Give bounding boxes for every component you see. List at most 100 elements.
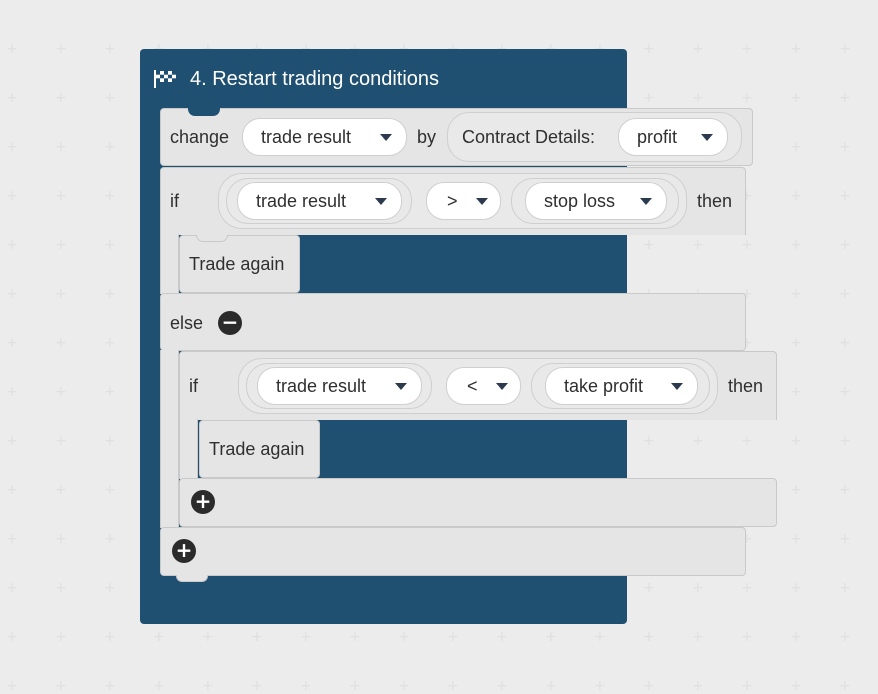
grid-plus-mark: + xyxy=(55,580,67,596)
contract-field-label: profit xyxy=(637,126,678,147)
contract-field-dropdown[interactable]: profit xyxy=(618,118,728,156)
plus-circle-icon[interactable]: + xyxy=(191,490,215,514)
grid-plus-mark: + xyxy=(55,41,67,57)
grid-plus-mark: + xyxy=(839,678,851,694)
grid-plus-mark: + xyxy=(839,384,851,400)
grid-plus-mark: + xyxy=(55,90,67,106)
left-operand-dropdown[interactable]: trade result xyxy=(237,182,402,220)
grid-plus-mark: + xyxy=(6,286,18,302)
plus-circle-icon[interactable]: + xyxy=(172,539,196,563)
grid-plus-mark: + xyxy=(6,482,18,498)
grid-plus-mark: + xyxy=(104,286,116,302)
if-else-block-else-row[interactable] xyxy=(160,293,746,351)
grid-plus-mark: + xyxy=(6,433,18,449)
grid-plus-mark: + xyxy=(104,433,116,449)
grid-plus-mark: + xyxy=(398,629,410,645)
grid-plus-mark: + xyxy=(790,286,802,302)
inner-if-keyword: if xyxy=(189,376,198,396)
grid-plus-mark: + xyxy=(55,237,67,253)
if-keyword: if xyxy=(170,191,179,211)
variable-dropdown-label: trade result xyxy=(261,126,352,147)
grid-plus-mark: + xyxy=(545,629,557,645)
chevron-down-icon xyxy=(496,382,508,390)
inner-if-block-footer[interactable] xyxy=(179,478,777,527)
grid-plus-mark: + xyxy=(790,678,802,694)
chevron-down-icon xyxy=(380,133,392,141)
variable-dropdown[interactable]: trade result xyxy=(242,118,407,156)
grid-plus-mark: + xyxy=(545,678,557,694)
grid-plus-mark: + xyxy=(104,580,116,596)
grid-plus-mark: + xyxy=(104,237,116,253)
else-keyword: else xyxy=(170,313,204,333)
by-keyword: by xyxy=(417,127,437,147)
grid-plus-mark: + xyxy=(790,384,802,400)
if-else-block-left-spine xyxy=(160,234,179,294)
grid-plus-mark: + xyxy=(643,580,655,596)
grid-plus-mark: + xyxy=(741,580,753,596)
grid-plus-mark: + xyxy=(104,482,116,498)
grid-plus-mark: + xyxy=(692,629,704,645)
inner-operator-dropdown[interactable]: < xyxy=(446,367,521,405)
grid-plus-mark: + xyxy=(496,678,508,694)
grid-plus-mark: + xyxy=(6,237,18,253)
minus-circle-icon[interactable]: − xyxy=(218,311,242,335)
block-connector xyxy=(176,575,208,582)
grid-plus-mark: + xyxy=(6,580,18,596)
grid-plus-mark: + xyxy=(741,41,753,57)
block-connector xyxy=(196,235,228,242)
grid-plus-mark: + xyxy=(692,237,704,253)
inner-operator-label: < xyxy=(467,375,478,396)
grid-plus-mark: + xyxy=(594,629,606,645)
operator-dropdown[interactable]: > xyxy=(426,182,501,220)
restart-trading-conditions-title: 4. Restart trading conditions xyxy=(154,64,439,94)
grid-plus-mark: + xyxy=(6,335,18,351)
grid-plus-mark: + xyxy=(839,41,851,57)
grid-plus-mark: + xyxy=(839,237,851,253)
grid-plus-mark: + xyxy=(55,286,67,302)
grid-plus-mark: + xyxy=(55,531,67,547)
inner-right-operand-label: take profit xyxy=(564,375,644,396)
grid-plus-mark: + xyxy=(104,188,116,204)
grid-plus-mark: + xyxy=(349,629,361,645)
grid-plus-mark: + xyxy=(55,139,67,155)
left-operand-label: trade result xyxy=(256,190,347,211)
grid-plus-mark: + xyxy=(202,629,214,645)
grid-plus-mark: + xyxy=(6,678,18,694)
grid-plus-mark: + xyxy=(692,580,704,596)
right-operand-dropdown[interactable]: stop loss xyxy=(525,182,667,220)
grid-plus-mark: + xyxy=(790,433,802,449)
grid-plus-mark: + xyxy=(692,678,704,694)
grid-plus-mark: + xyxy=(790,139,802,155)
grid-plus-mark: + xyxy=(6,41,18,57)
grid-plus-mark: + xyxy=(643,678,655,694)
grid-plus-mark: + xyxy=(104,384,116,400)
grid-plus-mark: + xyxy=(839,139,851,155)
grid-plus-mark: + xyxy=(496,629,508,645)
inner-then-keyword: then xyxy=(728,376,764,396)
grid-plus-mark: + xyxy=(741,433,753,449)
chevron-down-icon xyxy=(701,133,713,141)
grid-plus-mark: + xyxy=(839,188,851,204)
contract-details-label: Contract Details: xyxy=(462,127,596,147)
grid-plus-mark: + xyxy=(839,531,851,547)
grid-plus-mark: + xyxy=(643,90,655,106)
grid-plus-mark: + xyxy=(643,433,655,449)
grid-plus-mark: + xyxy=(790,90,802,106)
if-else-block-footer[interactable] xyxy=(160,527,746,576)
inner-left-operand-dropdown[interactable]: trade result xyxy=(257,367,422,405)
grid-plus-mark: + xyxy=(839,335,851,351)
chevron-down-icon xyxy=(395,382,407,390)
grid-plus-mark: + xyxy=(55,482,67,498)
chevron-down-icon xyxy=(375,197,387,205)
grid-plus-mark: + xyxy=(839,286,851,302)
inner-right-operand-dropdown[interactable]: take profit xyxy=(545,367,698,405)
grid-plus-mark: + xyxy=(839,90,851,106)
grid-plus-mark: + xyxy=(839,629,851,645)
grid-plus-mark: + xyxy=(55,384,67,400)
grid-plus-mark: + xyxy=(692,41,704,57)
right-operand-label: stop loss xyxy=(544,190,616,211)
grid-plus-mark: + xyxy=(104,335,116,351)
grid-plus-mark: + xyxy=(6,90,18,106)
grid-plus-mark: + xyxy=(6,531,18,547)
if-else-block-lower-spine xyxy=(160,350,179,528)
